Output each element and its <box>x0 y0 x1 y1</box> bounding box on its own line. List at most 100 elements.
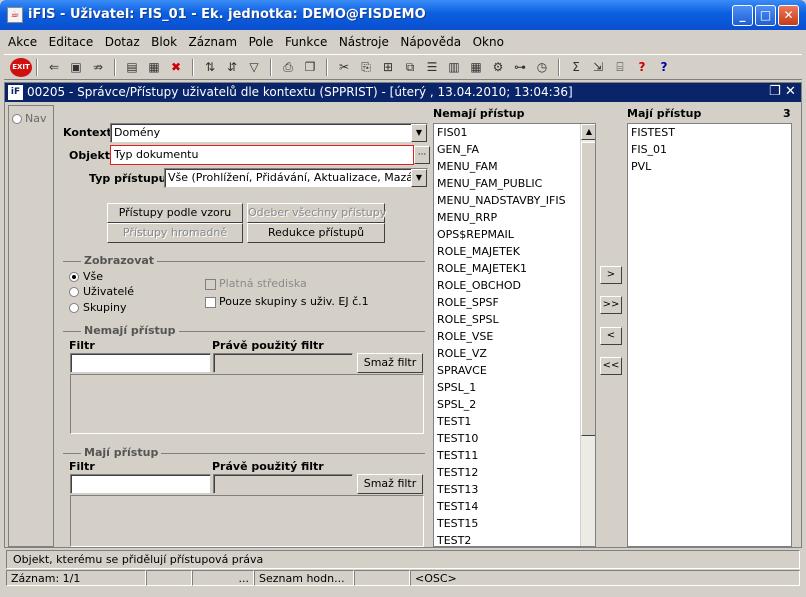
menu-akce[interactable]: Akce <box>4 32 41 49</box>
minimize-button[interactable]: _ <box>732 5 753 26</box>
restore-icon[interactable]: ❐ <box>769 84 781 99</box>
maximize-button[interactable]: □ <box>755 5 776 26</box>
nemaji-list-item[interactable]: TEST1 <box>434 413 595 430</box>
menu-pole[interactable]: Pole <box>245 32 278 49</box>
kontext-select[interactable]: Domény <box>110 123 428 143</box>
nemaji-list-item[interactable]: ROLE_MAJETEK1 <box>434 260 595 277</box>
context-help-icon[interactable]: ? <box>654 58 674 77</box>
nemaji-list-item[interactable]: TEST13 <box>434 481 595 498</box>
maji-filtr-input[interactable] <box>70 474 211 494</box>
move-all-right-button[interactable]: >> <box>600 296 622 314</box>
calendar-icon[interactable]: ▦ <box>466 58 486 77</box>
pristupy-podle-vzoru-button[interactable]: Přístupy podle vzoru <box>107 203 243 223</box>
save-icon[interactable]: ▣ <box>66 58 86 77</box>
attach-icon[interactable]: ⌸ <box>610 58 630 77</box>
menu-napoveda[interactable]: Nápověda <box>396 32 465 49</box>
help-icon[interactable]: ? <box>632 58 652 77</box>
nemaji-list-item[interactable]: GEN_FA <box>434 141 595 158</box>
pouze-skupiny-checkbox[interactable] <box>205 297 216 308</box>
nemaji-list-item[interactable]: TEST15 <box>434 515 595 532</box>
chevron-down-icon[interactable]: ▼ <box>411 169 427 187</box>
move-left-button[interactable]: < <box>600 327 622 345</box>
menu-blok[interactable]: Blok <box>147 32 181 49</box>
list-icon[interactable]: ☰ <box>422 58 442 77</box>
nemaji-list-item[interactable]: SPSL_1 <box>434 379 595 396</box>
export-icon[interactable]: ⇲ <box>588 58 608 77</box>
nemaji-list-item[interactable]: ROLE_VSE <box>434 328 595 345</box>
delete-record-icon[interactable]: ⇏ <box>88 58 108 77</box>
menu-nastroje[interactable]: Nástroje <box>335 32 393 49</box>
menu-okno[interactable]: Okno <box>469 32 508 49</box>
nemaji-list-item[interactable]: ROLE_SPSF <box>434 294 595 311</box>
cut-icon[interactable]: ✂ <box>334 58 354 77</box>
menu-editace[interactable]: Editace <box>45 32 98 49</box>
chevron-down-icon[interactable]: ▼ <box>411 124 427 142</box>
radio-vse[interactable] <box>69 272 79 282</box>
title-bar[interactable]: ☕ iFIS - Uživatel: FIS_01 - Ek. jednotka… <box>0 0 806 30</box>
filter-icon[interactable]: ▽ <box>244 58 264 77</box>
nemaji-list-item[interactable]: MENU_RRP <box>434 209 595 226</box>
nav-panel[interactable]: Nav <box>8 105 54 547</box>
nemaji-list-item[interactable]: ROLE_OBCHOD <box>434 277 595 294</box>
nemaji-list-item[interactable]: TEST10 <box>434 430 595 447</box>
nemaji-list-item[interactable]: TEST2 <box>434 532 595 546</box>
nemaji-list-item[interactable]: TEST14 <box>434 498 595 515</box>
clock-icon[interactable]: ◷ <box>532 58 552 77</box>
nemaji-list-item[interactable]: MENU_NADSTAVBY_IFIS <box>434 192 595 209</box>
columns-icon[interactable]: ▥ <box>444 58 464 77</box>
exit-icon[interactable]: EXIT <box>10 58 32 77</box>
platna-strediska-checkbox[interactable] <box>205 279 216 290</box>
maji-list-item[interactable]: FISTEST <box>628 124 791 141</box>
move-right-button[interactable]: > <box>600 266 622 284</box>
first-record-icon[interactable]: ⇐ <box>44 58 64 77</box>
radio-uzivatele[interactable] <box>69 287 79 297</box>
radio-skupiny[interactable] <box>69 303 79 313</box>
sort-asc-icon[interactable]: ⇅ <box>200 58 220 77</box>
print-preview-icon[interactable]: ▤ <box>122 58 142 77</box>
nemaji-list-item[interactable]: OPS$REPMAIL <box>434 226 595 243</box>
pristupy-hromadne-button[interactable]: Přístupy hromadně <box>107 223 243 243</box>
menu-dotaz[interactable]: Dotaz <box>101 32 144 49</box>
paste-icon[interactable]: ⎘ <box>356 58 376 77</box>
settings-icon[interactable]: ⚙ <box>488 58 508 77</box>
insert-icon[interactable]: ⊞ <box>378 58 398 77</box>
nemaji-list-item[interactable]: SPRAVCE <box>434 362 595 379</box>
scroll-up-icon[interactable]: ▲ <box>581 124 595 140</box>
form-title-bar[interactable]: iF 00205 - Správce/Přístupy uživatelů dl… <box>5 83 801 102</box>
maji-list-item[interactable]: PVL <box>628 158 791 175</box>
close-button[interactable]: ✕ <box>778 5 799 26</box>
nemaji-list-item[interactable]: TEST11 <box>434 447 595 464</box>
lov-button[interactable]: ··· <box>414 146 430 164</box>
maji-list-item[interactable]: FIS_01 <box>628 141 791 158</box>
duplicate-icon[interactable]: ⧉ <box>400 58 420 77</box>
menu-funkce[interactable]: Funkce <box>281 32 331 49</box>
query-icon[interactable]: ▦ <box>144 58 164 77</box>
nemaji-list-item[interactable]: SPSL_2 <box>434 396 595 413</box>
nemaji-list-item[interactable]: ROLE_SPSL <box>434 311 595 328</box>
nemaji-list-item[interactable]: MENU_FAM_PUBLIC <box>434 175 595 192</box>
nemaji-list-item[interactable]: FIS01 <box>434 124 595 141</box>
nemaji-scrollbar[interactable]: ▲ <box>580 124 595 546</box>
tree-icon[interactable]: ⊶ <box>510 58 530 77</box>
print-icon[interactable]: ⎙ <box>278 58 298 77</box>
maji-smaz-filtr-button[interactable]: Smaž filtr <box>357 474 423 494</box>
nemaji-list-item[interactable]: ROLE_MAJETEK <box>434 243 595 260</box>
redukce-pristupu-button[interactable]: Redukce přístupů <box>247 223 385 243</box>
nemaji-smaz-filtr-button[interactable]: Smaž filtr <box>357 353 423 373</box>
cancel-query-icon[interactable]: ✖ <box>166 58 186 77</box>
nav-radio[interactable] <box>12 114 22 124</box>
typ-pristupu-select[interactable]: Vše (Prohlížení, Přidávání, Aktualizace,… <box>164 168 428 188</box>
nemaji-list-item[interactable]: TEST12 <box>434 464 595 481</box>
copy-icon[interactable]: ❐ <box>300 58 320 77</box>
objekt-field[interactable]: Typ dokumentu <box>110 145 414 165</box>
nemaji-list-item[interactable]: MENU_FAM <box>434 158 595 175</box>
move-all-left-button[interactable]: << <box>600 357 622 375</box>
sum-icon[interactable]: Σ <box>566 58 586 77</box>
sort-desc-icon[interactable]: ⇵ <box>222 58 242 77</box>
scroll-thumb[interactable] <box>581 142 595 436</box>
menu-zaznam[interactable]: Záznam <box>185 32 242 49</box>
nemaji-list-item[interactable]: ROLE_VZ <box>434 345 595 362</box>
form-close-icon[interactable]: ✕ <box>785 84 796 99</box>
nemaji-filtr-input[interactable] <box>70 353 211 373</box>
odeber-vsechny-button[interactable]: Odeber všechny přístupy <box>247 203 386 223</box>
